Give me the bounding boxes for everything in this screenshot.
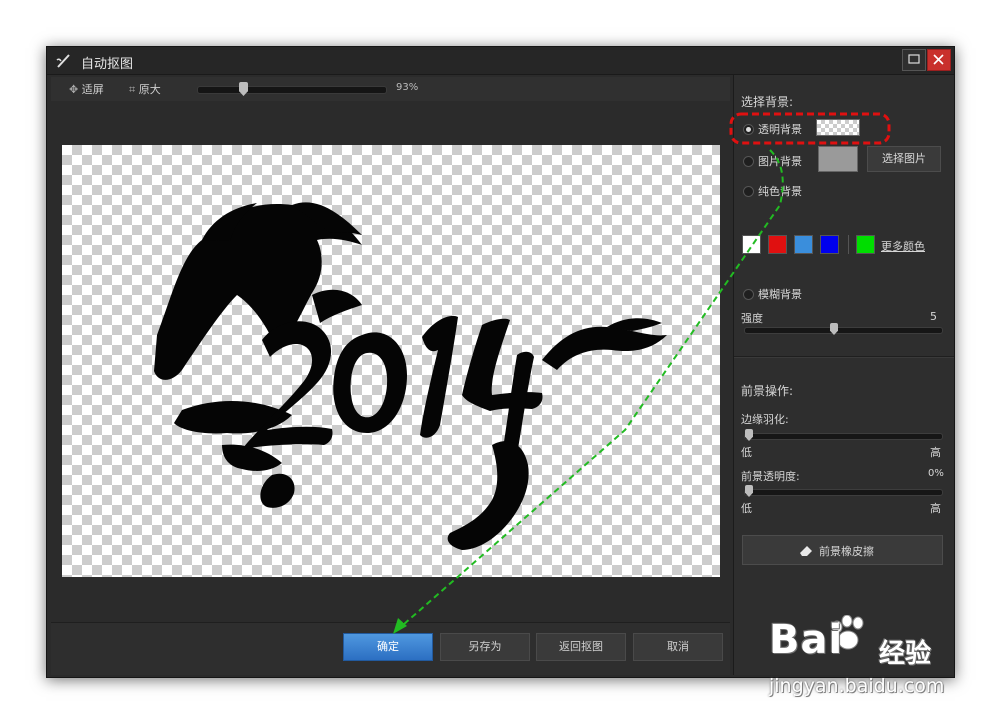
blur-bg-radio[interactable] <box>743 289 754 300</box>
color-swatch[interactable] <box>856 235 875 254</box>
solid-bg-radio[interactable] <box>743 186 754 197</box>
fit-screen-icon: ✥ <box>69 83 79 96</box>
confirm-button[interactable]: 确定 <box>343 633 433 661</box>
blur-bg-label: 模糊背景 <box>758 288 802 301</box>
auto-cutout-window: 自动抠图 ✥ 适屏 ⌗ 原大 93% 确定 另存为 返回抠图 取消 选择背景: … <box>46 46 955 678</box>
transparent-canvas[interactable] <box>62 145 720 577</box>
foreground-eraser-button[interactable]: 前景橡皮擦 <box>742 535 943 565</box>
strength-label: 强度 <box>741 312 763 325</box>
opacity-low-label: 低 <box>741 502 752 515</box>
swatch-divider <box>848 235 849 254</box>
more-colors-link[interactable]: 更多颜色 <box>881 238 925 254</box>
watermark-brand-suffix: 经验 <box>879 639 932 669</box>
transparent-bg-label: 透明背景 <box>758 123 802 136</box>
color-swatch[interactable] <box>794 235 813 254</box>
watermark-url: jingyan.baidu.com <box>769 675 945 697</box>
maximize-icon <box>908 54 920 64</box>
opacity-slider-thumb[interactable] <box>745 485 753 497</box>
eraser-icon <box>800 546 812 556</box>
strength-slider-thumb[interactable] <box>830 323 838 335</box>
save-as-button[interactable]: 另存为 <box>440 633 530 661</box>
image-bg-radio[interactable] <box>743 156 754 167</box>
close-icon <box>933 54 944 65</box>
canvas-area <box>51 103 730 620</box>
strength-slider[interactable] <box>744 323 943 335</box>
image-bg-label: 图片背景 <box>758 155 802 168</box>
select-image-label: 选择图片 <box>882 152 926 165</box>
zoom-value: 93% <box>396 82 419 93</box>
select-image-button[interactable]: 选择图片 <box>867 146 941 172</box>
section-divider <box>734 356 954 358</box>
horse-2014-artwork <box>154 202 667 550</box>
window-title: 自动抠图 <box>81 57 134 72</box>
feather-slider[interactable] <box>744 429 943 441</box>
title-bar[interactable]: 自动抠图 <box>47 47 954 75</box>
original-size-icon: ⌗ <box>129 83 136 96</box>
opacity-label: 前景透明度: <box>741 470 800 483</box>
transparent-bg-radio[interactable] <box>743 124 754 135</box>
strength-value: 5 <box>930 310 937 323</box>
background-heading: 选择背景: <box>741 95 794 109</box>
original-size-label: 原大 <box>138 83 161 96</box>
feather-label: 边缘羽化: <box>741 413 789 426</box>
back-to-cutout-button[interactable]: 返回抠图 <box>536 633 626 661</box>
color-swatch[interactable] <box>820 235 839 254</box>
close-button[interactable] <box>927 49 951 71</box>
color-swatch[interactable] <box>768 235 787 254</box>
zoom-slider[interactable] <box>197 82 387 96</box>
baidu-jingyan-watermark: Bai 经验 jingyan.baidu.com <box>765 615 985 715</box>
original-size-button[interactable]: ⌗ 原大 <box>129 81 161 97</box>
feather-high-label: 高 <box>930 446 941 459</box>
watermark-brand: Bai <box>769 617 844 663</box>
solid-bg-label: 纯色背景 <box>758 185 802 198</box>
eraser-label: 前景橡皮擦 <box>819 545 874 558</box>
opacity-value: 0% <box>928 468 944 479</box>
fit-screen-label: 适屏 <box>81 83 104 96</box>
cancel-button[interactable]: 取消 <box>633 633 723 661</box>
feather-slider-thumb[interactable] <box>745 429 753 441</box>
zoom-slider-thumb[interactable] <box>239 82 248 96</box>
settings-panel: 选择背景: 透明背景 图片背景 选择图片 纯色背景 更多颜色 模糊背景 强度 5… <box>733 75 954 675</box>
image-bg-preview <box>818 146 858 172</box>
action-bar: 确定 另存为 返回抠图 取消 <box>51 622 730 675</box>
foreground-heading: 前景操作: <box>741 384 794 398</box>
feather-low-label: 低 <box>741 446 752 459</box>
opacity-slider[interactable] <box>744 485 943 497</box>
fit-screen-button[interactable]: ✥ 适屏 <box>69 81 104 97</box>
cutout-tool-icon <box>56 54 70 68</box>
transparent-bg-preview <box>816 119 860 136</box>
view-toolbar: ✥ 适屏 ⌗ 原大 93% <box>51 77 730 101</box>
opacity-high-label: 高 <box>930 502 941 515</box>
maximize-button[interactable] <box>902 49 926 71</box>
color-swatch[interactable] <box>742 235 761 254</box>
